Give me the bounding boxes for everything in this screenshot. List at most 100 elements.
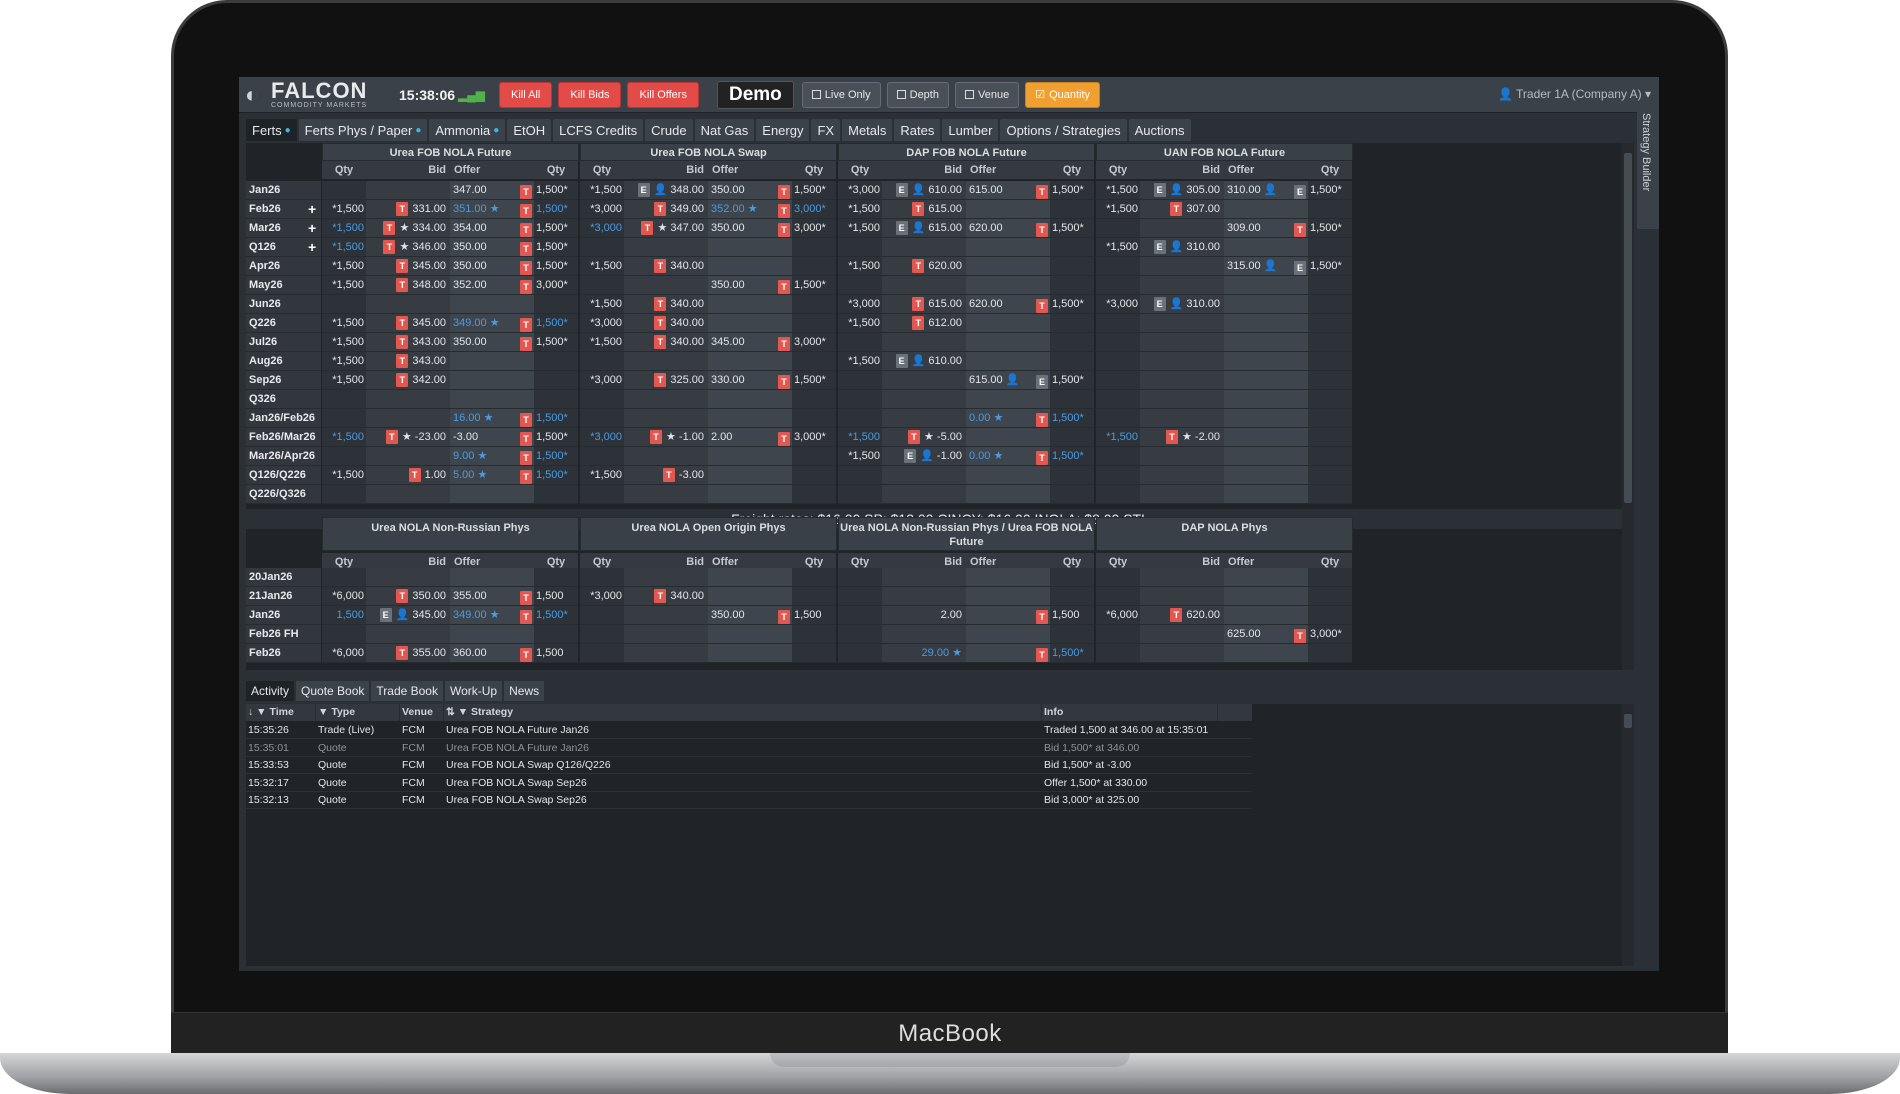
offer-price[interactable] (1224, 352, 1308, 371)
bid-qty[interactable]: *6,000 (322, 587, 366, 606)
offer-price[interactable] (966, 466, 1050, 485)
bid-price[interactable] (1140, 333, 1224, 352)
tradeable-tag-icon[interactable]: T (654, 316, 667, 331)
bid-qty[interactable] (838, 409, 882, 428)
offer-qty[interactable] (1050, 238, 1094, 257)
row-label[interactable]: Aug26 (246, 352, 321, 371)
offer-price[interactable]: 16.00 ★ T (450, 409, 534, 428)
bid-qty[interactable]: *1,500 (322, 428, 366, 447)
offer-qty[interactable]: 1,500* (1050, 295, 1094, 314)
column-header-info[interactable]: Info (1042, 704, 1218, 721)
bid-price[interactable] (1140, 371, 1224, 390)
tradeable-tag-icon[interactable]: T (520, 204, 532, 218)
offer-price[interactable] (1224, 466, 1308, 485)
tradeable-tag-icon[interactable]: T (1166, 430, 1178, 445)
row-label[interactable]: Jul26 (246, 333, 321, 352)
exchange-tag-icon[interactable]: E (637, 183, 650, 198)
offer-price[interactable]: 349.00 ★ T (450, 606, 534, 625)
row-label[interactable]: 21Jan26 (246, 587, 321, 606)
bid-qty[interactable] (322, 625, 366, 644)
row-label[interactable]: Sep26 (246, 371, 321, 390)
offer-qty[interactable] (1050, 200, 1094, 219)
offer-price[interactable] (966, 485, 1050, 504)
bid-qty[interactable] (322, 181, 366, 200)
bid-price[interactable]: T ★ 347.00 (624, 219, 708, 238)
tab-activity[interactable]: Activity (246, 681, 295, 701)
bid-price[interactable]: T 615.00 (882, 200, 966, 219)
offer-qty[interactable] (1308, 568, 1352, 587)
tradeable-tag-icon[interactable]: T (912, 202, 925, 217)
row-label[interactable]: Feb26 + (246, 200, 321, 219)
offer-price[interactable] (708, 644, 792, 663)
offer-qty[interactable]: 1,500* (1308, 219, 1352, 238)
bid-price[interactable]: T ★ 334.00 (366, 219, 450, 238)
bid-price[interactable]: T ★ -5.00 (882, 428, 966, 447)
tab-lumber[interactable]: Lumber (942, 119, 999, 141)
bid-price[interactable] (624, 568, 708, 587)
tradeable-tag-icon[interactable]: T (1170, 202, 1183, 217)
bid-price[interactable] (624, 606, 708, 625)
bid-price[interactable] (882, 333, 966, 352)
tradeable-tag-icon[interactable]: T (396, 316, 409, 331)
column-header-strategy[interactable]: ⇅ ▼ Strategy (444, 704, 1042, 721)
exchange-tag-icon[interactable]: E (1036, 375, 1048, 389)
row-label[interactable]: Feb26 (246, 644, 321, 663)
bid-qty[interactable]: *1,500 (1096, 238, 1140, 257)
offer-price[interactable]: 351.00 ★ T (450, 200, 534, 219)
offer-qty[interactable] (1050, 625, 1094, 644)
tab-trade-book[interactable]: Trade Book (371, 681, 443, 701)
offer-price[interactable] (450, 568, 534, 587)
bid-price[interactable] (1140, 625, 1224, 644)
offer-price[interactable] (1224, 276, 1308, 295)
bid-qty[interactable]: *1,500 (838, 314, 882, 333)
bid-qty[interactable]: *3,000 (580, 219, 624, 238)
offer-qty[interactable]: 1,500* (534, 333, 578, 352)
tradeable-tag-icon[interactable]: T (396, 373, 409, 388)
tab-energy[interactable]: Energy (756, 119, 810, 141)
offer-qty[interactable] (1050, 568, 1094, 587)
offer-qty[interactable] (792, 257, 836, 276)
bid-qty[interactable] (1096, 257, 1140, 276)
bid-price[interactable] (1140, 447, 1224, 466)
offer-price[interactable] (1224, 447, 1308, 466)
bid-price[interactable]: T 342.00 (366, 371, 450, 390)
exchange-tag-icon[interactable]: E (1294, 185, 1306, 199)
offer-qty[interactable]: 1,500* (1050, 219, 1094, 238)
offer-price[interactable] (450, 371, 534, 390)
offer-qty[interactable] (792, 390, 836, 409)
bid-price[interactable] (882, 466, 966, 485)
tradeable-tag-icon[interactable]: T (520, 337, 532, 351)
bid-price[interactable]: E 👤 610.00 (882, 181, 966, 200)
bid-qty[interactable] (322, 409, 366, 428)
offer-qty[interactable]: 1,500* (1050, 181, 1094, 200)
tradeable-tag-icon[interactable]: T (396, 589, 409, 604)
tradeable-tag-icon[interactable]: T (1294, 629, 1306, 643)
offer-price[interactable] (708, 409, 792, 428)
tradeable-tag-icon[interactable]: T (778, 185, 790, 199)
tradeable-tag-icon[interactable]: T (1036, 185, 1048, 199)
offer-price[interactable] (1224, 238, 1308, 257)
bid-price[interactable]: T 355.00 (366, 644, 450, 663)
bid-qty[interactable] (838, 485, 882, 504)
bid-price[interactable] (882, 371, 966, 390)
bid-qty[interactable]: *1,500 (322, 333, 366, 352)
offer-qty[interactable]: 1,500* (792, 276, 836, 295)
bid-qty[interactable]: *1,500 (322, 352, 366, 371)
bid-qty[interactable] (1096, 219, 1140, 238)
bid-qty[interactable] (322, 568, 366, 587)
offer-price[interactable] (708, 625, 792, 644)
bid-qty[interactable]: *1,500 (580, 181, 624, 200)
bid-qty[interactable]: 1,500 (322, 606, 366, 625)
tradeable-tag-icon[interactable]: T (650, 430, 662, 445)
bid-price[interactable] (1140, 409, 1224, 428)
offer-qty[interactable] (1308, 409, 1352, 428)
bid-qty[interactable]: *6,000 (1096, 606, 1140, 625)
offer-price[interactable]: 2.00 T (708, 428, 792, 447)
bid-qty[interactable]: *1,500 (580, 257, 624, 276)
offer-price[interactable] (708, 257, 792, 276)
bid-price[interactable]: 2.00 (882, 606, 966, 625)
tradeable-tag-icon[interactable]: T (1036, 610, 1048, 624)
bid-price[interactable]: T 348.00 (366, 276, 450, 295)
tab-ferts[interactable]: Ferts ● (246, 119, 297, 141)
tradeable-tag-icon[interactable]: T (912, 259, 925, 274)
